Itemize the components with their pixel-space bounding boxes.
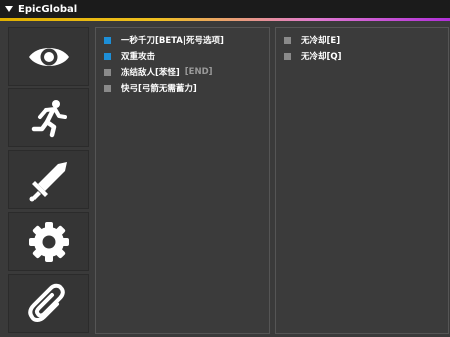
options-panel-right: 无冷却[E] 无冷却[Q]	[275, 27, 449, 334]
checkbox[interactable]	[284, 52, 291, 60]
gear-icon	[28, 221, 69, 262]
sidebar-item-movement[interactable]	[8, 88, 89, 147]
title-bar[interactable]: EpicGlobal	[0, 0, 450, 18]
sidebar-item-visuals[interactable]	[8, 27, 89, 86]
sidebar-item-combat[interactable]	[8, 150, 89, 209]
option-row[interactable]: 冻结敌人[苯怪] [END]	[104, 66, 213, 78]
sidebar-item-settings[interactable]	[8, 212, 89, 271]
option-label: 双重攻击	[121, 52, 156, 62]
option-label: 无冷却[Q]	[301, 52, 342, 62]
running-person-icon	[31, 99, 67, 137]
checkbox[interactable]	[284, 36, 291, 44]
option-row[interactable]: 双重攻击	[104, 50, 155, 62]
option-label: 无冷却[E]	[301, 36, 341, 46]
option-row[interactable]: 无冷却[E]	[284, 34, 340, 46]
paperclip-icon	[27, 283, 65, 322]
sword-icon	[29, 161, 67, 201]
main-window: 一秒千刀[BETA|死号选项] 双重攻击 冻结敌人[苯怪] [END] 快弓[弓…	[0, 21, 450, 337]
option-row[interactable]: 快弓[弓箭无需蓄力]	[104, 82, 197, 94]
option-label: 快弓[弓箭无需蓄力]	[121, 84, 197, 94]
option-row[interactable]: 无冷却[Q]	[284, 50, 342, 62]
checkbox[interactable]	[104, 52, 111, 60]
keybind-label[interactable]: [END]	[185, 67, 213, 77]
options-panel-left: 一秒千刀[BETA|死号选项] 双重攻击 冻结敌人[苯怪] [END] 快弓[弓…	[95, 27, 270, 334]
window-title: EpicGlobal	[18, 3, 78, 15]
checkbox[interactable]	[104, 84, 111, 92]
collapse-arrow-icon[interactable]	[5, 6, 13, 12]
option-label: 冻结敌人[苯怪]	[121, 68, 180, 78]
option-row[interactable]: 一秒千刀[BETA|死号选项]	[104, 34, 224, 46]
eye-icon	[28, 47, 69, 66]
option-label: 一秒千刀[BETA|死号选项]	[121, 36, 224, 46]
checkbox[interactable]	[104, 36, 111, 44]
checkbox[interactable]	[104, 68, 111, 76]
sidebar-item-misc[interactable]	[8, 274, 89, 333]
